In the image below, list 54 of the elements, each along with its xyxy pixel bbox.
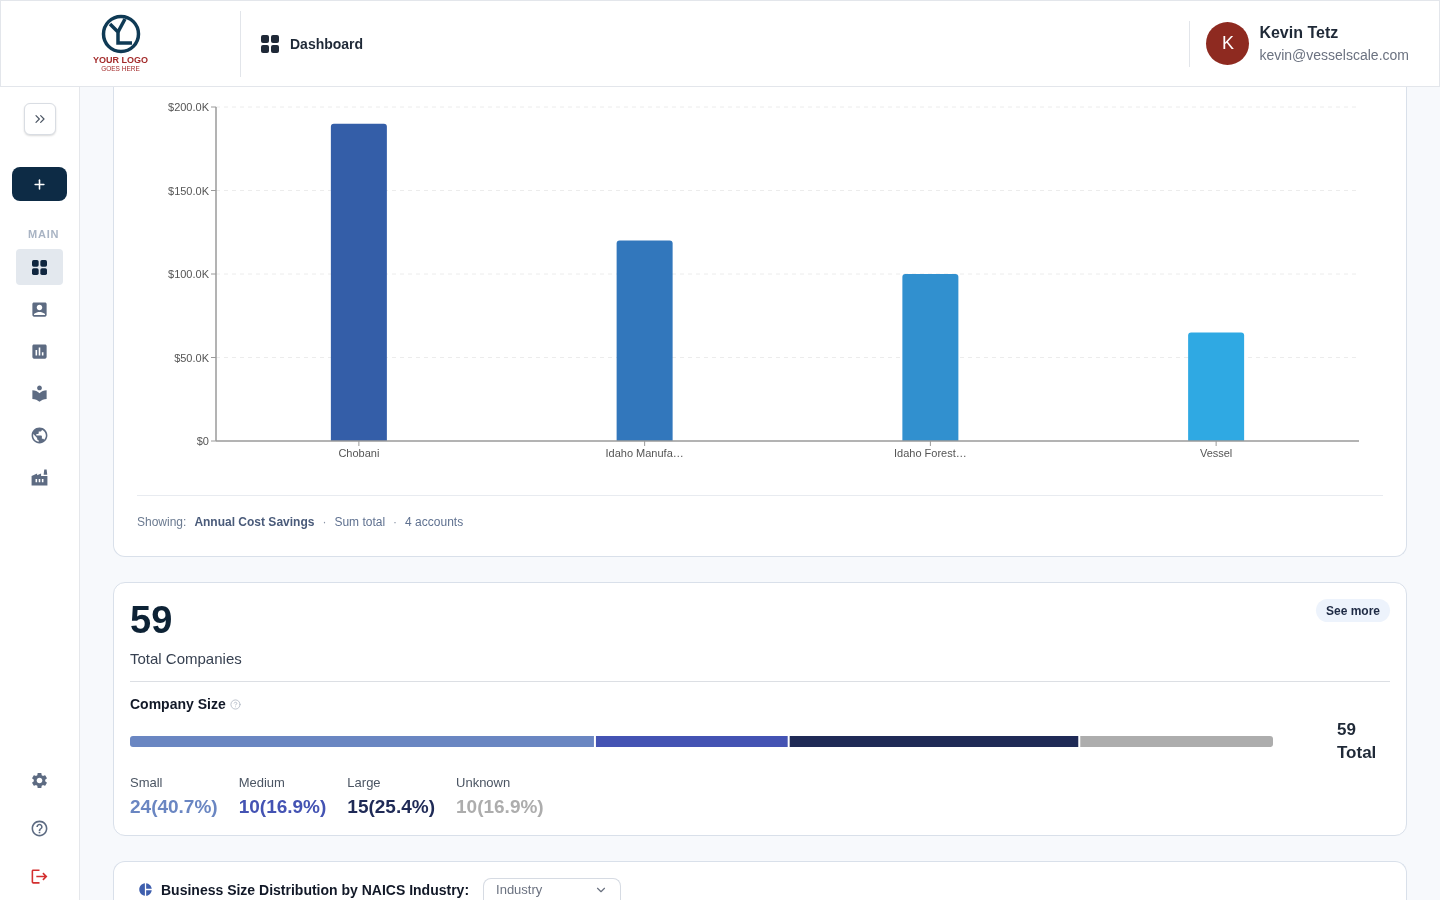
see-more-button[interactable]: See more (1315, 599, 1390, 622)
showing-label: Showing: (137, 515, 187, 530)
help-icon (30, 818, 49, 838)
legend-label: Unknown (456, 776, 512, 789)
user-name: Kevin Tetz (1259, 23, 1340, 43)
legend-label: Small (130, 776, 164, 789)
factory-icon (30, 467, 49, 487)
category-label: Idaho Forest… (894, 447, 967, 459)
pie-chart-icon (138, 882, 153, 897)
legend-value: 15(25.4%) (347, 795, 435, 819)
summary-text: 4 accounts (405, 515, 464, 530)
metric-name: Annual Cost Savings (194, 515, 315, 530)
logo-text: YOUR LOGO (93, 55, 148, 65)
industry-dropdown[interactable]: Industry (483, 878, 622, 900)
section-title: Company Size (130, 695, 226, 713)
section-label: MAIN (28, 228, 60, 241)
grid-icon (261, 34, 279, 53)
legend-value: 10(16.9%) (238, 795, 327, 819)
legend-value: 10(16.9%) (456, 795, 544, 819)
tick-label: $150.0K (168, 184, 209, 197)
logo-icon (100, 14, 141, 54)
total-count: 59 (130, 599, 174, 641)
user-email: kevin@vesselscale.com (1259, 46, 1409, 64)
tick-label: $0 (196, 435, 209, 447)
separator-dot: · (393, 515, 398, 530)
category-label: Chobani (338, 447, 380, 459)
settings-icon (30, 770, 49, 790)
plus-icon (32, 176, 47, 192)
contact-card-icon (30, 299, 49, 319)
grid-icon (32, 259, 47, 275)
bar-chart-icon (30, 341, 49, 361)
reading-person-icon (30, 383, 49, 403)
expand-sidebar-button[interactable] (23, 103, 56, 135)
bar-total-count: 59 (1337, 719, 1357, 741)
tick-label: $100.0K (168, 268, 209, 280)
page-title: Dashboard (290, 35, 364, 52)
legend-label: Medium (238, 776, 286, 789)
logout-icon (30, 866, 49, 886)
bar-total-label: Total (1337, 742, 1378, 764)
add-button[interactable] (12, 167, 67, 201)
separator-dot: · (322, 515, 327, 530)
legend-label: Large (347, 776, 382, 789)
category-label: Vessel (1199, 447, 1233, 459)
category-label: Idaho Manufa… (605, 447, 684, 459)
total-label: Total Companies (130, 649, 242, 669)
sidebar-nav-button[interactable] (16, 249, 63, 285)
tick-label: $200.0K (168, 101, 209, 113)
summary-text: Sum total (334, 515, 386, 530)
tick-label: $50.0K (174, 351, 209, 364)
globe-icon (30, 425, 49, 445)
help-icon (229, 698, 241, 710)
card-title: Business Size Distribution by NAICS Industry: (161, 881, 470, 899)
user-avatar: K (1206, 22, 1250, 65)
legend-value: 24(40.7%) (130, 795, 218, 819)
